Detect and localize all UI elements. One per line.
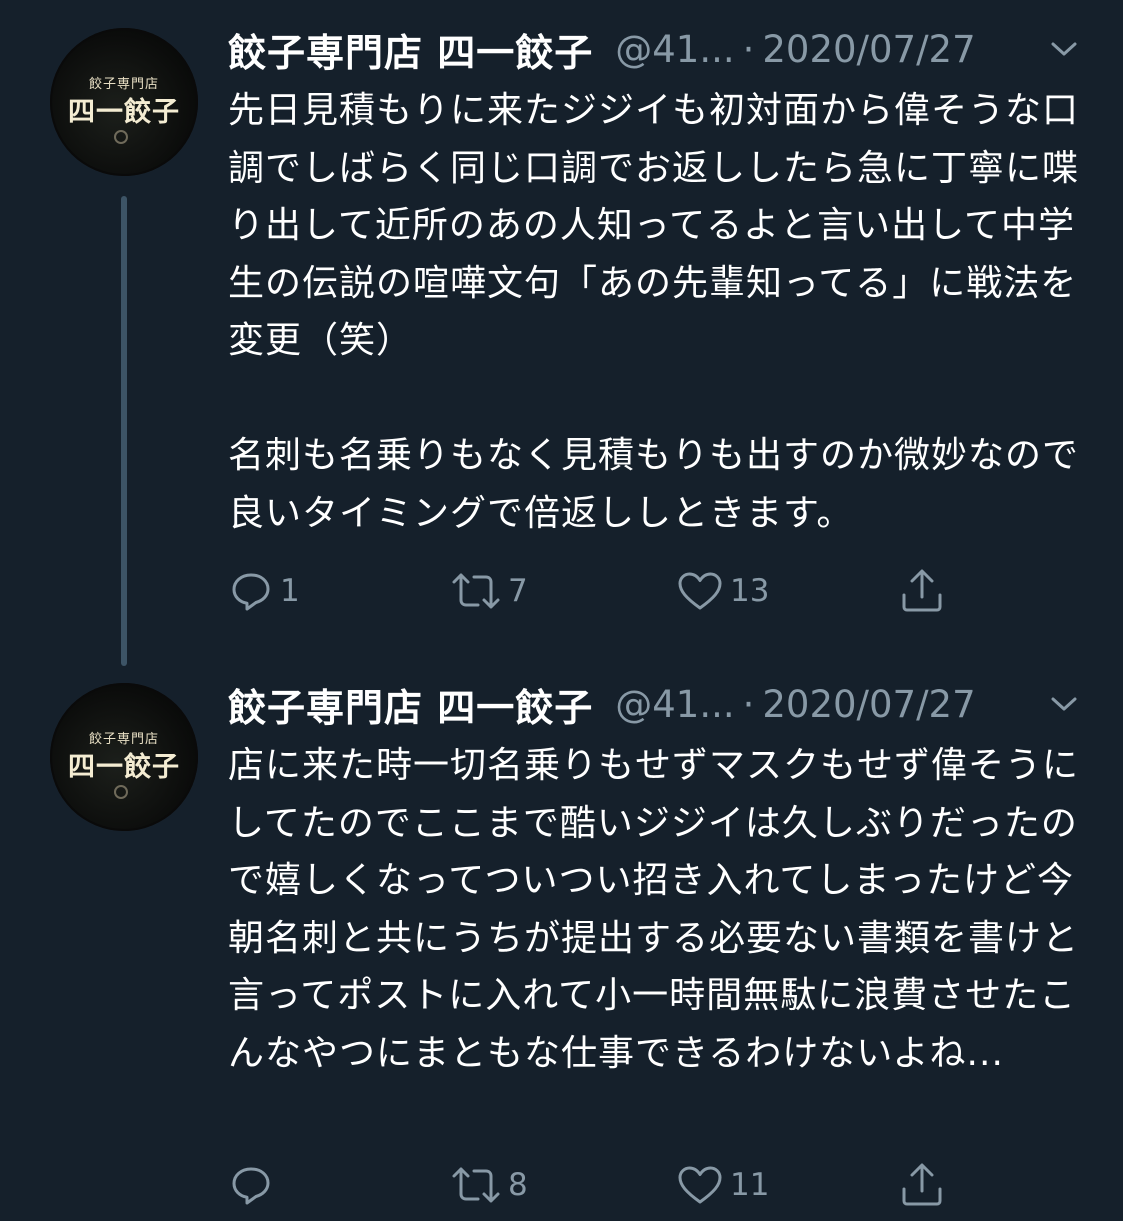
reply-button[interactable]: 1 — [228, 566, 300, 616]
reply-icon — [232, 573, 270, 611]
avatar[interactable]: 餃子専門店 四一餃子 — [50, 683, 198, 831]
retweet-button[interactable]: 8 — [450, 1160, 528, 1210]
heart-icon — [678, 1166, 722, 1204]
avatar-logo-mark — [114, 785, 128, 799]
avatar[interactable]: 餃子専門店 四一餃子 — [50, 28, 198, 176]
reply-button[interactable] — [228, 1160, 280, 1210]
like-button[interactable]: 11 — [676, 1160, 769, 1210]
tweet-actions: 1 7 13 — [228, 566, 968, 616]
tweet-text: 先日見積もりに来たジジイも初対面から偉そうな口調でしばらく同じ口調でお返ししたら… — [228, 90, 1080, 534]
share-icon — [902, 1163, 942, 1206]
tweet[interactable]: 餃子専門店 四一餃子 餃子専門店 四一餃子 @41... · 2020/07/2… — [0, 655, 1123, 1221]
retweet-count: 8 — [508, 1167, 528, 1203]
separator-dot: · — [742, 27, 755, 71]
avatar-logo-text: 四一餃子 — [68, 752, 180, 783]
share-button[interactable] — [898, 1160, 946, 1210]
retweet-button[interactable]: 7 — [450, 566, 528, 616]
user-handle[interactable]: @41... — [615, 683, 734, 726]
like-button[interactable]: 13 — [676, 566, 769, 616]
heart-icon — [678, 572, 722, 610]
tweet-text: 店に来た時一切名乗りもせずマスクもせず偉そうにしてたのでここまで酷いジジイは久し… — [228, 745, 1080, 1074]
display-name[interactable]: 餃子専門店 四一餃子 — [228, 677, 593, 732]
tweet-header: 餃子専門店 四一餃子 @41... · 2020/07/27 — [228, 22, 1108, 77]
tweet-header: 餃子専門店 四一餃子 @41... · 2020/07/27 — [228, 677, 1108, 732]
reply-icon — [232, 1167, 270, 1205]
chevron-down-icon[interactable] — [1050, 695, 1078, 713]
share-button[interactable] — [898, 566, 946, 616]
reply-count: 1 — [280, 573, 300, 609]
user-handle[interactable]: @41... — [615, 28, 734, 71]
like-count: 13 — [730, 573, 770, 609]
like-count: 11 — [730, 1167, 770, 1203]
retweet-count: 7 — [508, 573, 528, 609]
avatar-logo-text: 四一餃子 — [68, 97, 180, 128]
retweet-icon — [452, 573, 500, 609]
tweet-date[interactable]: 2020/07/27 — [762, 683, 975, 726]
avatar-logo-mark — [114, 130, 128, 144]
display-name[interactable]: 餃子専門店 四一餃子 — [228, 22, 593, 77]
tweet[interactable]: 餃子専門店 四一餃子 餃子専門店 四一餃子 @41... · 2020/07/2… — [0, 0, 1123, 650]
retweet-icon — [452, 1167, 500, 1203]
separator-dot: · — [742, 682, 755, 726]
tweet-actions: 8 11 — [228, 1160, 968, 1210]
tweet-date[interactable]: 2020/07/27 — [762, 28, 975, 71]
share-icon — [902, 569, 942, 612]
chevron-down-icon[interactable] — [1050, 40, 1078, 58]
